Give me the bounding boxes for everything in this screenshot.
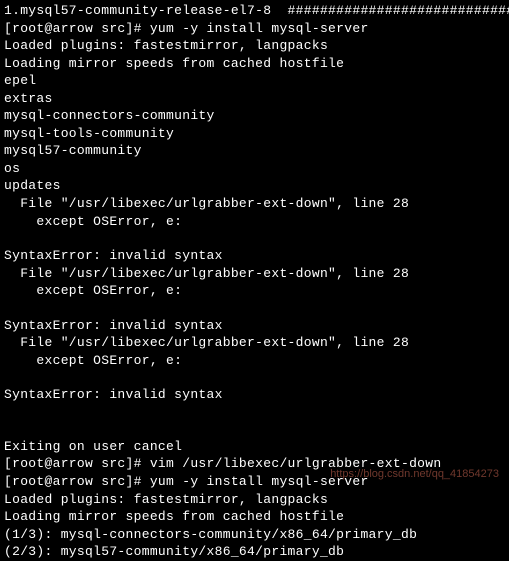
line-file-1: File "/usr/libexec/urlgrabber-ext-down",…: [4, 195, 505, 213]
line-epel: epel: [4, 72, 505, 90]
line-file-3: File "/usr/libexec/urlgrabber-ext-down",…: [4, 334, 505, 352]
line-mysql57: mysql57-community: [4, 142, 505, 160]
line-except-1: except OSError, e:: [4, 213, 505, 231]
line-extras: extras: [4, 90, 505, 108]
line-progress-1: (1/3): mysql-connectors-community/x86_64…: [4, 526, 505, 544]
blank-1: [4, 230, 505, 247]
line-tools: mysql-tools-community: [4, 125, 505, 143]
blank-4: [4, 404, 505, 421]
line-except-3: except OSError, e:: [4, 352, 505, 370]
line-syntaxerror-2: SyntaxError: invalid syntax: [4, 317, 505, 335]
line-updates: updates: [4, 177, 505, 195]
line-loading-mirror-2: Loading mirror speeds from cached hostfi…: [4, 508, 505, 526]
line-loaded-plugins-2: Loaded plugins: fastestmirror, langpacks: [4, 491, 505, 509]
line-loaded-plugins: Loaded plugins: fastestmirror, langpacks: [4, 37, 505, 55]
line-syntaxerror-3: SyntaxError: invalid syntax: [4, 386, 505, 404]
line-file-2: File "/usr/libexec/urlgrabber-ext-down",…: [4, 265, 505, 283]
line-cutoff: 1.mysql57-community-release-el7-8 ######…: [4, 2, 505, 20]
line-progress-2: (2/3): mysql57-community/x86_64/primary_…: [4, 543, 505, 561]
watermark-text: https://blog.csdn.net/qq_41854273: [330, 467, 499, 482]
line-connectors: mysql-connectors-community: [4, 107, 505, 125]
line-loading-mirror: Loading mirror speeds from cached hostfi…: [4, 55, 505, 73]
blank-2: [4, 300, 505, 317]
line-except-2: except OSError, e:: [4, 282, 505, 300]
line-syntaxerror-1: SyntaxError: invalid syntax: [4, 247, 505, 265]
blank-5: [4, 421, 505, 438]
blank-3: [4, 369, 505, 386]
prompt-yum-install-1: [root@arrow src]# yum -y install mysql-s…: [4, 20, 505, 38]
line-exiting: Exiting on user cancel: [4, 438, 505, 456]
line-os: os: [4, 160, 505, 178]
